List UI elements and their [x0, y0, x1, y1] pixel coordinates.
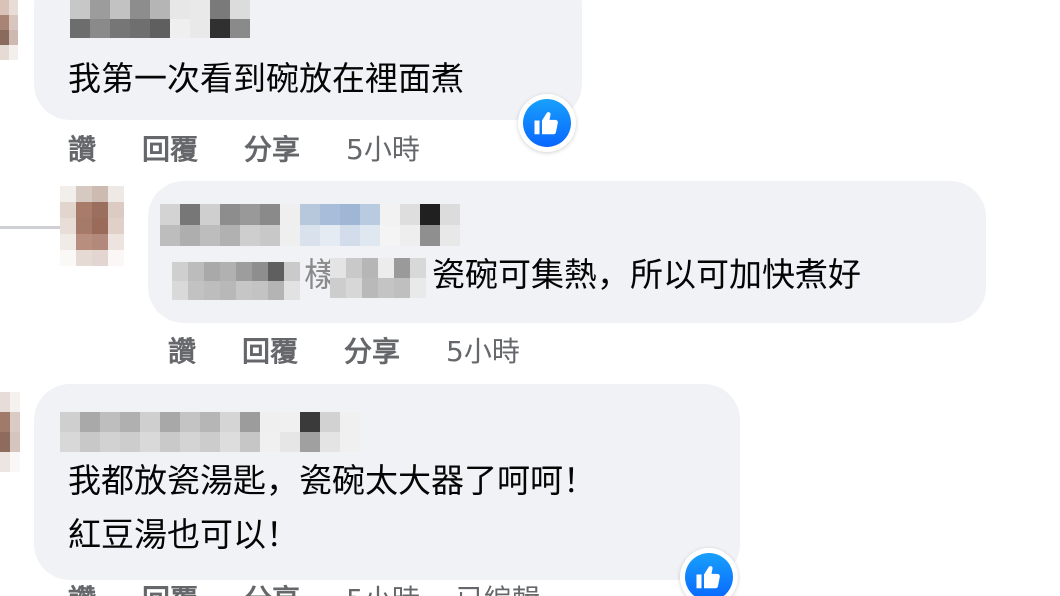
thumbs-up-icon	[696, 566, 720, 589]
censored-mention[interactable]	[172, 262, 300, 300]
like-reaction-badge[interactable]	[518, 94, 576, 152]
commenter-name[interactable]	[60, 412, 360, 452]
like-link[interactable]: 讚	[68, 578, 96, 596]
comment-text-line-2: 紅豆湯也可以！	[68, 515, 299, 554]
share-link[interactable]: 分享	[244, 578, 300, 596]
share-link[interactable]: 分享	[344, 330, 400, 370]
avatar[interactable]	[60, 186, 124, 266]
thread-connector	[0, 226, 60, 229]
comment-actions: 讚 回覆 分享 5小時	[68, 128, 420, 168]
comment-text-line-1: 我都放瓷湯匙，瓷碗太大器了呵呵！	[68, 461, 596, 500]
like-link[interactable]: 讚	[68, 128, 96, 168]
reply-link[interactable]: 回覆	[142, 578, 198, 596]
avatar[interactable]	[0, 392, 20, 472]
comment-actions: 讚 回覆 分享 5小時	[168, 330, 520, 370]
like-link[interactable]: 讚	[168, 330, 196, 370]
avatar[interactable]	[0, 0, 18, 60]
comment-thread: 我第一次看到碗放在裡面煮 讚 回覆 分享 5小時 樣 瓷碗可集熱，所以可加快煮好…	[0, 0, 1060, 596]
censored-mention[interactable]	[330, 258, 426, 298]
comment-actions: 讚 回覆 分享 5小時 已編輯	[68, 578, 540, 596]
timestamp[interactable]: 5小時	[346, 128, 420, 168]
timestamp[interactable]: 5小時	[446, 330, 520, 370]
share-link[interactable]: 分享	[244, 128, 300, 168]
comment-text: 我第一次看到碗放在裡面煮	[68, 59, 464, 98]
commenter-name[interactable]	[70, 0, 250, 38]
thumbs-up-icon	[534, 112, 558, 135]
edited-label[interactable]: 已編輯	[456, 578, 540, 596]
comment-text: 瓷碗可集熱，所以可加快煮好	[432, 255, 861, 294]
commenter-name[interactable]	[160, 204, 460, 246]
reply-link[interactable]: 回覆	[242, 330, 298, 370]
timestamp[interactable]: 5小時	[346, 578, 420, 596]
reply-link[interactable]: 回覆	[142, 128, 198, 168]
